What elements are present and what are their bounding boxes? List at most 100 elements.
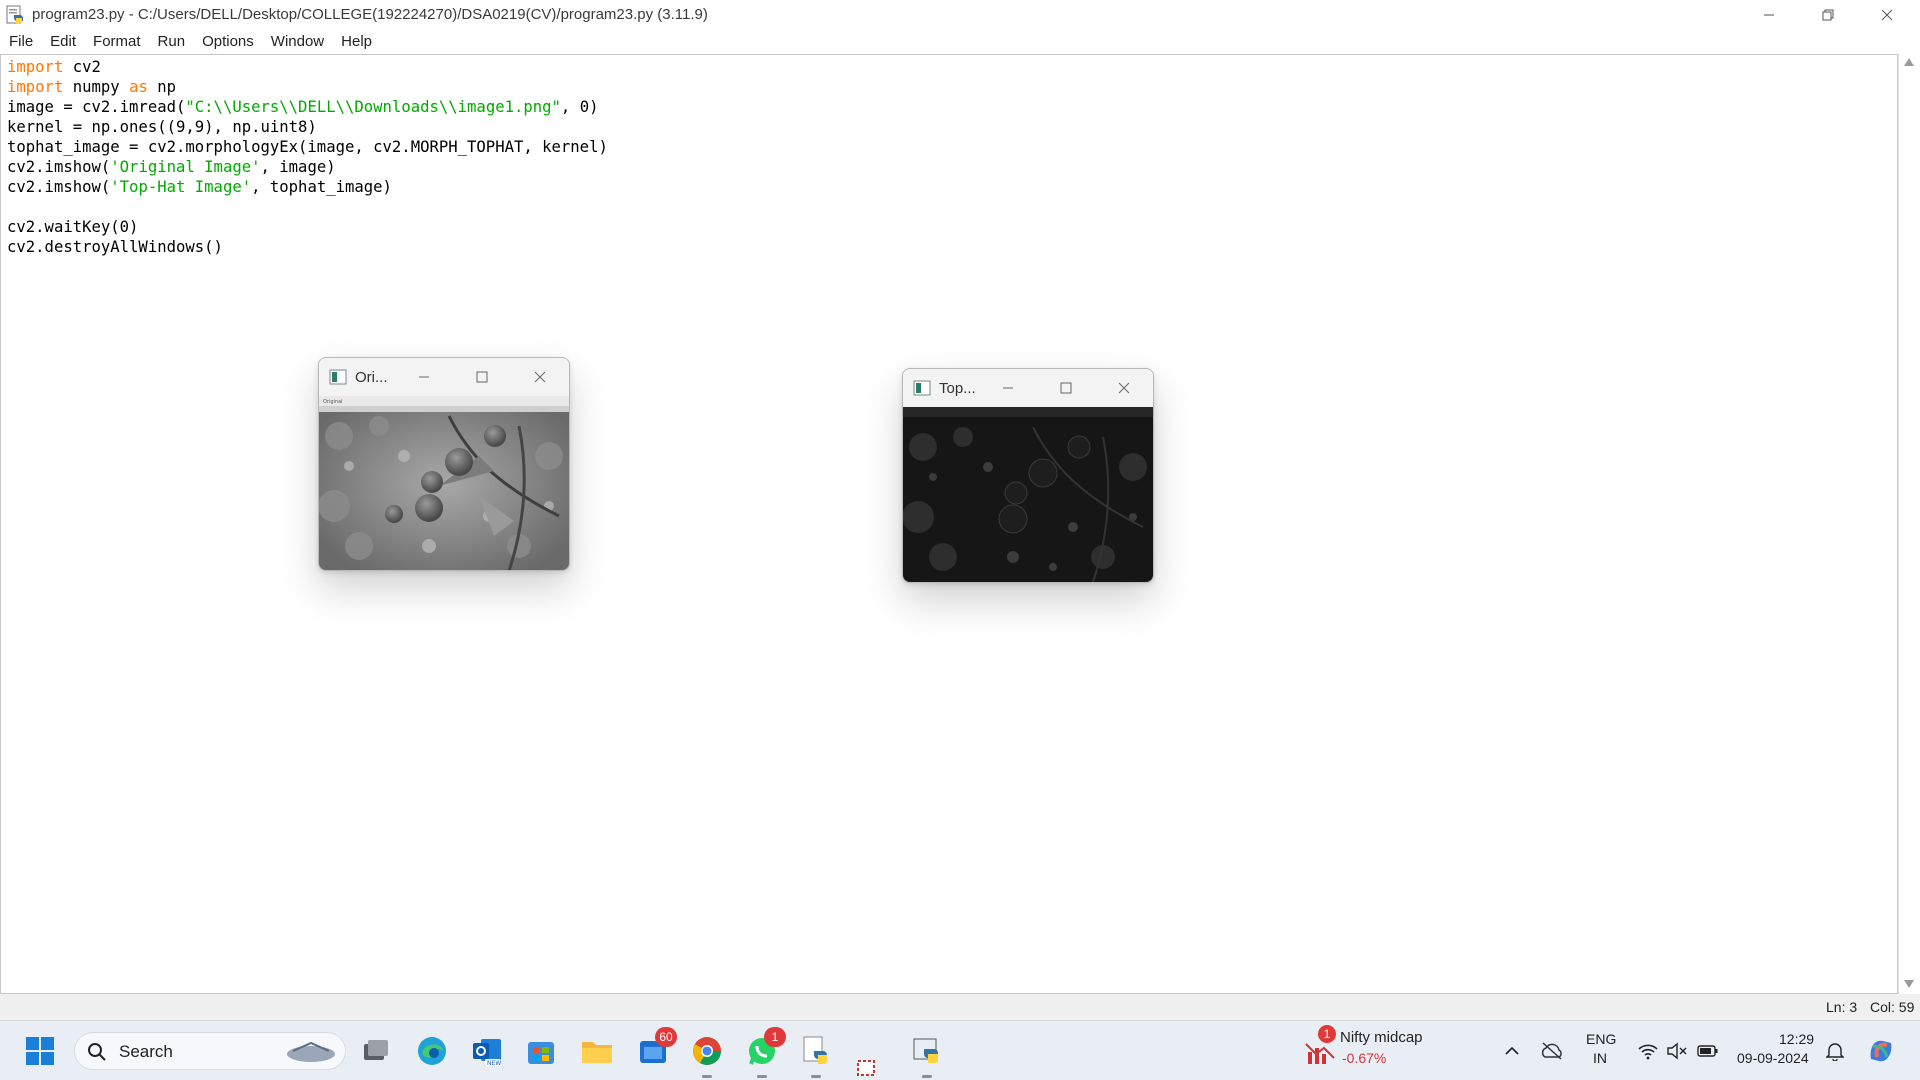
stock-widget-title[interactable]: Nifty midcap [1340,1029,1423,1046]
stock-widget-value: -0.67% [1342,1050,1387,1066]
cv-minimize-button[interactable] [985,369,1031,407]
code-token: import [7,78,64,96]
code-token: cv2 [63,58,101,76]
taskbar-outlook[interactable]: NEW [467,1031,507,1071]
cv-close-button[interactable] [1101,369,1147,407]
opencv-window-icon [913,380,931,396]
bell-icon [1826,1043,1844,1061]
taskbar-task-view[interactable] [356,1031,396,1071]
taskbar-snipping-tool[interactable] [848,1047,888,1080]
taskbar-whatsapp[interactable]: 1 [742,1027,786,1078]
running-indicator [811,1075,821,1078]
code-line[interactable]: cv2.imshow('Original Image', image) [7,157,608,177]
code-line[interactable]: tophat_image = cv2.morphologyEx(image, c… [7,137,608,157]
menu-run[interactable]: Run [149,33,194,50]
code-line[interactable]: cv2.imshow('Top-Hat Image', tophat_image… [7,177,608,197]
code-token: , tophat_image) [251,178,392,196]
taskbar: Search NEW 60 1 1 Nifty midcap -0.67% EN… [0,1020,1920,1080]
code-line[interactable]: cv2.destroyAllWindows() [7,237,608,257]
chrome-browser-icon [693,1037,721,1065]
onedrive-tray-button[interactable] [1532,1031,1572,1071]
original-image-window[interactable]: Ori... Original [318,357,570,571]
menu-options[interactable]: Options [193,33,262,50]
taskbar-file-explorer[interactable] [577,1031,617,1071]
show-hidden-icons-button[interactable] [1492,1031,1532,1071]
status-line: Ln: 3 [1826,999,1858,1015]
menu-file[interactable]: File [0,33,41,50]
opencv-window-icon [329,369,347,385]
restore-button[interactable] [1799,0,1857,29]
battery-tray-button[interactable] [1688,1031,1728,1071]
code-line[interactable]: import cv2 [7,57,608,77]
copilot-button[interactable] [1861,1031,1901,1071]
close-icon [1118,382,1130,394]
clock-date[interactable]: 09-09-2024 [1737,1050,1809,1066]
code-token: numpy [63,78,130,96]
code-token: cv2.imshow( [7,178,111,196]
minimize-icon [419,376,429,378]
status-bar: Ln: 3 Col: 59 [0,994,1920,1020]
notifications-button[interactable] [1815,1031,1855,1071]
idle-app-icon [6,5,23,24]
code-token: kernel = np.ones((9,9), np.uint8) [7,118,317,136]
code-line[interactable]: kernel = np.ones((9,9), np.uint8) [7,117,608,137]
vertical-scrollbar[interactable] [1898,54,1920,994]
menu-edit[interactable]: Edit [41,33,84,50]
start-button[interactable] [20,1031,60,1071]
code-line[interactable]: import numpy as np [7,77,608,97]
svg-text:NEW: NEW [487,1060,501,1067]
notification-count-badge: 1 [764,1027,786,1047]
chevron-up-icon [1505,1046,1519,1055]
code-token: , image) [260,158,336,176]
taskbar-mail-app[interactable]: 60 [633,1027,677,1071]
restore-icon [1822,9,1834,20]
taskbar-store[interactable] [521,1031,561,1071]
code-text[interactable]: import cv2 import numpy as np image = cv2.… [7,57,608,257]
cv-maximize-button[interactable] [459,358,505,396]
window-title: program23.py - C:/Users/DELL/Desktop/COL… [32,6,708,23]
scroll-up-arrow-icon[interactable] [1904,58,1914,66]
cv-minimize-button[interactable] [401,358,447,396]
code-token: 'Original Image' [110,158,261,176]
stock-widget-button[interactable]: 1 [1300,1025,1340,1071]
menu-format[interactable]: Format [84,33,149,50]
running-indicator [757,1075,767,1078]
scroll-down-arrow-icon[interactable] [1904,980,1914,988]
language-indicator[interactable]: ENG [1586,1031,1616,1047]
minimize-icon [1003,387,1013,389]
cv-maximize-button[interactable] [1043,369,1089,407]
taskbar-idle[interactable] [907,1031,947,1078]
code-line[interactable] [7,197,608,217]
search-highlight-illustration-icon [287,1041,335,1062]
snipping-tool-icon [857,1060,875,1076]
tophat-image-window[interactable]: Top... [902,368,1154,583]
python-file-icon [803,1036,827,1064]
folder-icon [582,1042,612,1063]
region-indicator[interactable]: IN [1593,1050,1607,1066]
cv-window-titlebar[interactable]: Ori... [319,358,569,396]
cloud-offline-icon [1541,1042,1562,1060]
taskbar-python-file[interactable] [796,1031,836,1078]
widget-notification-badge: 1 [1318,1025,1336,1043]
code-line[interactable]: image = cv2.imread("C:\\Users\\DELL\\Dow… [7,97,608,117]
taskbar-edge[interactable] [412,1031,452,1071]
taskbar-chrome[interactable] [687,1031,727,1078]
cv-window-titlebar[interactable]: Top... [903,369,1153,407]
code-token: cv2.destroyAllWindows() [7,238,223,256]
minimize-button[interactable] [1740,0,1798,29]
windows-start-icon [26,1037,54,1065]
taskbar-search-box[interactable]: Search [74,1032,346,1070]
cv-window-title: Top... [939,379,976,397]
volume-muted-icon [1667,1042,1687,1060]
code-line[interactable]: cv2.waitKey(0) [7,217,608,237]
menu-window[interactable]: Window [262,33,332,50]
cv-close-button[interactable] [517,358,563,396]
close-button[interactable] [1858,0,1916,29]
copilot-icon [1870,1040,1892,1062]
code-token: tophat_image = cv2.morphologyEx(image, c… [7,138,608,156]
battery-icon [1697,1045,1718,1057]
clock-time[interactable]: 12:29 [1779,1031,1814,1047]
code-token: 'Top-Hat Image' [110,178,252,196]
menu-help[interactable]: Help [332,33,380,50]
maximize-icon [1060,382,1072,394]
